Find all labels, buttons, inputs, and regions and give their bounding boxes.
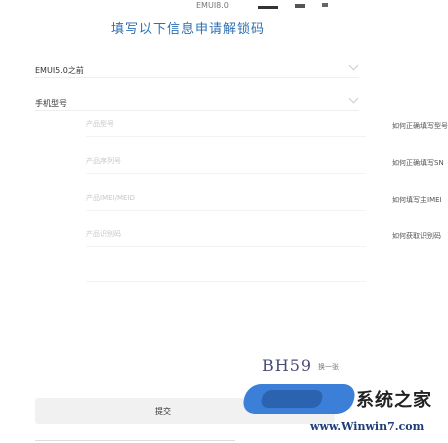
id-code-help-link[interactable]: 如何获取识别码 [392, 231, 441, 241]
top-decor-bar [258, 6, 278, 9]
model-help-link[interactable]: 如何正确填写型号 [392, 121, 448, 131]
top-bar: EMUI8.0 [0, 0, 448, 18]
logo-badge-icon [240, 384, 358, 414]
product-model-placeholder: 产品型号 [86, 120, 114, 128]
input-underline [86, 136, 366, 137]
input-underline [86, 281, 366, 282]
input-underline [86, 246, 366, 247]
chevron-down-icon [348, 60, 359, 71]
top-version-text: EMUI8.0 [196, 1, 229, 10]
watermark-logo: 系统之家 www.Winwin7.com [240, 384, 440, 440]
model-select[interactable] [35, 93, 359, 111]
chevron-down-icon [348, 93, 359, 104]
identification-code-placeholder: 产品识别码 [86, 230, 121, 238]
divider [35, 440, 235, 441]
page-title: 填写以下信息申请解锁码 [110, 22, 265, 37]
watermark-url: www.Winwin7.com [310, 420, 425, 433]
input-underline [86, 210, 366, 211]
imei-placeholder: 产品IMEI/MEID [86, 194, 135, 202]
imei-input[interactable]: 产品IMEI/MEID [86, 191, 376, 211]
product-model-input[interactable]: 产品型号 [86, 117, 376, 137]
top-decor-dot [322, 3, 328, 7]
imei-help-link[interactable]: 如何填写主IMEI [392, 195, 442, 205]
captcha-image: BH59 [262, 356, 313, 375]
captcha-input[interactable] [86, 262, 376, 282]
sn-help-link[interactable]: 如何正确填写SN [392, 158, 444, 168]
serial-number-placeholder: 产品序列号 [86, 157, 121, 165]
version-select[interactable] [35, 60, 359, 78]
top-decor-bar-2 [295, 4, 305, 8]
refresh-captcha-link[interactable]: 换一张 [318, 362, 339, 372]
watermark-brand: 系统之家 [356, 390, 432, 411]
identification-code-input[interactable]: 产品识别码 [86, 227, 376, 247]
serial-number-input[interactable]: 产品序列号 [86, 154, 376, 174]
input-underline [86, 173, 366, 174]
